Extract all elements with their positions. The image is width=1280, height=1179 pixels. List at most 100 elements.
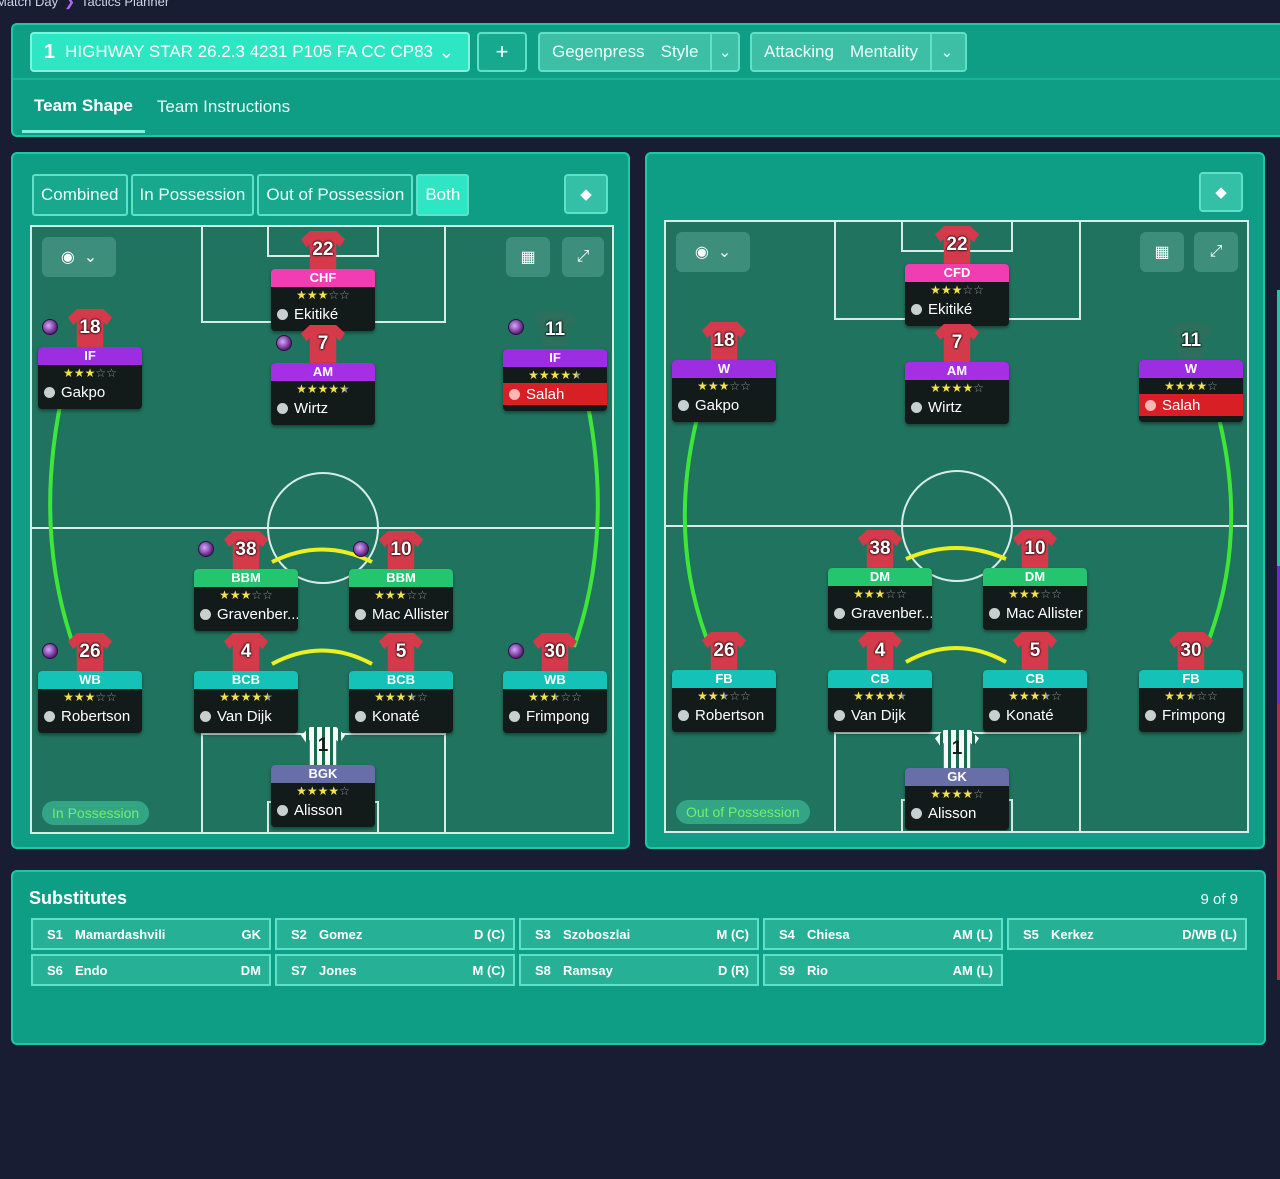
substitute-s5[interactable]: S5 Kerkez D/WB (L): [1007, 918, 1247, 950]
substitute-s3[interactable]: S3 Szoboszlai M (C): [519, 918, 759, 950]
rating-stars: ★★★★☆: [930, 381, 984, 395]
substitute-s1[interactable]: S1 Mamardashvili GK: [31, 918, 271, 950]
mode-out-of-possession[interactable]: Out of Possession: [257, 174, 414, 216]
expand-icon[interactable]: ⤢: [562, 237, 604, 277]
shirt-icon: 11: [1169, 322, 1213, 360]
sub-position: M (C): [472, 962, 506, 978]
mode-both[interactable]: Both: [416, 174, 470, 216]
player-trait-orb-icon: [508, 643, 524, 659]
link-gakpo-robertson: [682, 406, 710, 643]
grid-icon[interactable]: ▦: [506, 237, 550, 277]
player-card-alisson[interactable]: 1 GK ★★★★☆ Alisson: [905, 730, 1009, 831]
rating-stars: ★★★★☆: [930, 787, 984, 801]
chevron-down-icon[interactable]: ⌄: [929, 34, 962, 70]
player-name-text: Konaté: [372, 707, 420, 725]
role-badge: CB: [828, 670, 932, 688]
shirt-number: 30: [1180, 640, 1202, 661]
person-icon: [834, 709, 845, 721]
player-info: FB ★★★☆☆ Robertson: [672, 670, 776, 732]
tab-team-instructions[interactable]: Team Instructions: [145, 81, 302, 133]
mode-in-possession[interactable]: In Possession: [130, 174, 255, 216]
grid-icon[interactable]: ▦: [1140, 232, 1184, 272]
chevron-down-icon: ⌄: [83, 249, 98, 266]
view-toggle[interactable]: ◉ ⌄: [676, 232, 750, 272]
substitute-s2[interactable]: S2 Gomez D (C): [275, 918, 515, 950]
player-card-ekitike[interactable]: 22 CFD ★★★☆☆ Ekitiké: [905, 226, 1009, 336]
player-info: CFD ★★★☆☆ Ekitiké: [905, 264, 1009, 326]
person-icon: [911, 401, 922, 413]
sub-slot: S7: [291, 962, 307, 978]
person-icon: [1145, 399, 1156, 411]
chevron-down-icon: ⌄: [438, 42, 454, 62]
view-toggle[interactable]: ◉ ⌄: [42, 237, 116, 277]
player-card-konate[interactable]: 5 CB ★★★★☆ Konaté: [983, 632, 1087, 742]
role-badge: DM: [828, 568, 932, 586]
person-icon: [989, 607, 1000, 619]
diamond-icon[interactable]: ◆: [1199, 172, 1243, 212]
player-name-text: Gakpo: [61, 383, 106, 401]
rating-stars: ★★★☆☆: [930, 283, 984, 297]
player-info: BBM ★★★☆☆ Mac Allister: [349, 569, 453, 631]
substitute-s8[interactable]: S8 Ramsay D (R): [519, 954, 759, 986]
rating-stars: ★★★☆☆: [697, 379, 751, 393]
chevron-down-icon[interactable]: ⌄: [710, 34, 738, 70]
person-icon: [44, 710, 55, 722]
player-trait-orb-icon: [353, 541, 369, 557]
player-card-wirtz[interactable]: 7 AM ★★★★☆ Wirtz: [905, 324, 1009, 434]
shirt-number: 26: [79, 641, 101, 662]
player-info: DM ★★★☆☆ Gravenber...: [828, 568, 932, 630]
player-card-macal[interactable]: 10 DM ★★★☆☆ Mac Allister: [983, 530, 1087, 640]
player-name-text: Salah: [1162, 396, 1201, 414]
player-name: Ekitiké: [905, 298, 1009, 320]
player-name: Ekitiké: [271, 303, 375, 325]
shirt-number: 11: [544, 319, 566, 340]
shirt-icon: 4: [858, 632, 902, 670]
player-card-gakpo[interactable]: 18 W ★★★☆☆ Gakpo: [672, 322, 776, 432]
sub-name: Kerkez: [1051, 926, 1094, 942]
role-badge: BCB: [349, 671, 453, 689]
tactic-selector[interactable]: 1 HIGHWAY STAR 26.2.3 4231 P105 FA CC CP…: [30, 32, 470, 72]
player-card-vvd[interactable]: 4 CB ★★★★★ Van Dijk: [828, 632, 932, 742]
tab-team-shape[interactable]: Team Shape: [22, 81, 145, 133]
substitute-s4[interactable]: S4 Chiesa AM (L): [763, 918, 1003, 950]
mentality-value: Attacking: [764, 42, 834, 61]
substitute-s9[interactable]: S9 Rio AM (L): [763, 954, 1003, 986]
mentality-selector[interactable]: Attacking Mentality ⌄: [750, 32, 967, 72]
expand-icon[interactable]: ⤢: [1194, 232, 1238, 272]
mode-combined[interactable]: Combined: [32, 174, 128, 216]
player-card-alisson[interactable]: 1 BGK ★★★★☆ Alisson: [271, 727, 375, 832]
shirt-icon: 7: [935, 324, 979, 362]
player-name-text: Frimpong: [526, 707, 590, 725]
rating-stars: ★★★☆☆: [219, 588, 273, 602]
in-possession-panel: Combined In Possession Out of Possession…: [11, 152, 630, 849]
player-name-text: Gravenber...: [851, 604, 932, 622]
player-trait-orb-icon: [276, 335, 292, 351]
sub-name: Szoboszlai: [563, 926, 631, 942]
sub-slot: S8: [535, 962, 551, 978]
player-name: Frimpong: [503, 705, 607, 727]
add-tactic-button[interactable]: +: [477, 32, 527, 72]
shirt-number: 38: [235, 539, 257, 560]
player-card-salah[interactable]: 11 W ★★★★☆ Salah: [1139, 322, 1243, 432]
player-card-robbo[interactable]: 26 FB ★★★☆☆ Robertson: [672, 632, 776, 742]
shirt-number: 18: [79, 317, 101, 338]
link-gakpo-robertson: [48, 386, 76, 648]
player-name: Konaté: [349, 705, 453, 727]
player-info: IF ★★★★★ Salah: [503, 349, 607, 411]
player-name-text: Gravenber...: [217, 605, 298, 623]
style-selector[interactable]: Gegenpress Style ⌄: [538, 32, 740, 72]
breadcrumb-tactics-planner[interactable]: Tactics Planner: [81, 0, 169, 9]
rating-stars: ★★★★★: [296, 382, 350, 396]
player-info: W ★★★★☆ Salah: [1139, 360, 1243, 422]
player-card-grav[interactable]: 38 DM ★★★☆☆ Gravenber...: [828, 530, 932, 640]
player-name: Gravenber...: [194, 603, 298, 625]
substitute-s6[interactable]: S6 Endo DM: [31, 954, 271, 986]
breadcrumb-match-day[interactable]: Match Day: [0, 0, 58, 9]
role-badge: AM: [271, 363, 375, 381]
shirt-icon: 26: [68, 633, 112, 671]
diamond-icon[interactable]: ◆: [564, 174, 608, 214]
shirt-number: 10: [1024, 538, 1046, 559]
player-card-frim[interactable]: 30 FB ★★★☆☆ Frimpong: [1139, 632, 1243, 742]
substitute-s7[interactable]: S7 Jones M (C): [275, 954, 515, 986]
rating-stars: ★★★☆☆: [853, 587, 907, 601]
